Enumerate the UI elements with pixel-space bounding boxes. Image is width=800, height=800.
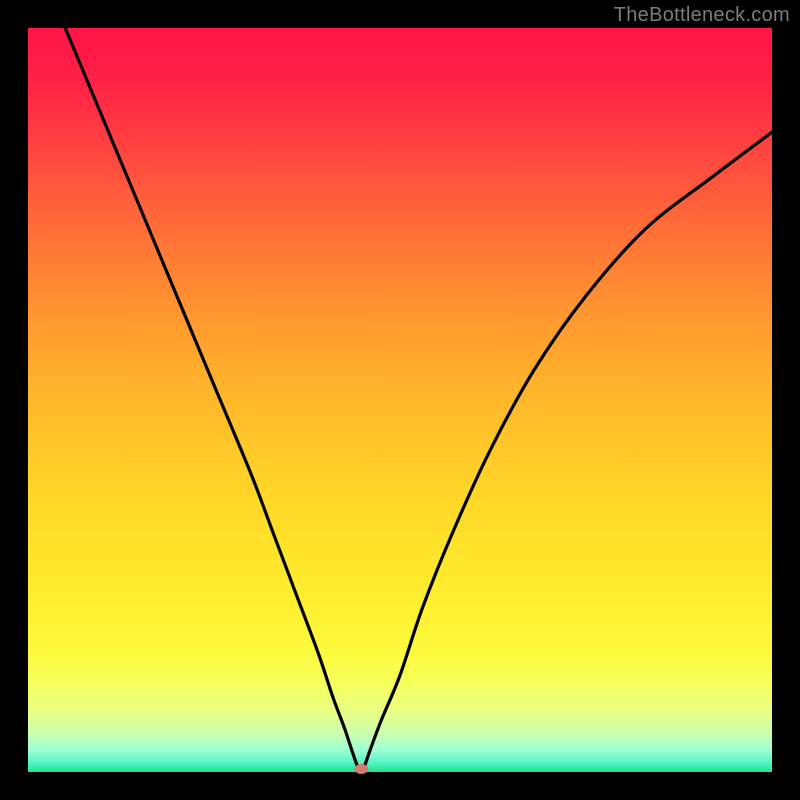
chart-frame: TheBottleneck.com: [0, 0, 800, 800]
watermark-label: TheBottleneck.com: [614, 4, 790, 27]
bottleneck-curve: [65, 28, 772, 772]
minimum-marker: [354, 764, 368, 774]
plot-area: [28, 28, 772, 772]
chart-svg: [28, 28, 772, 772]
